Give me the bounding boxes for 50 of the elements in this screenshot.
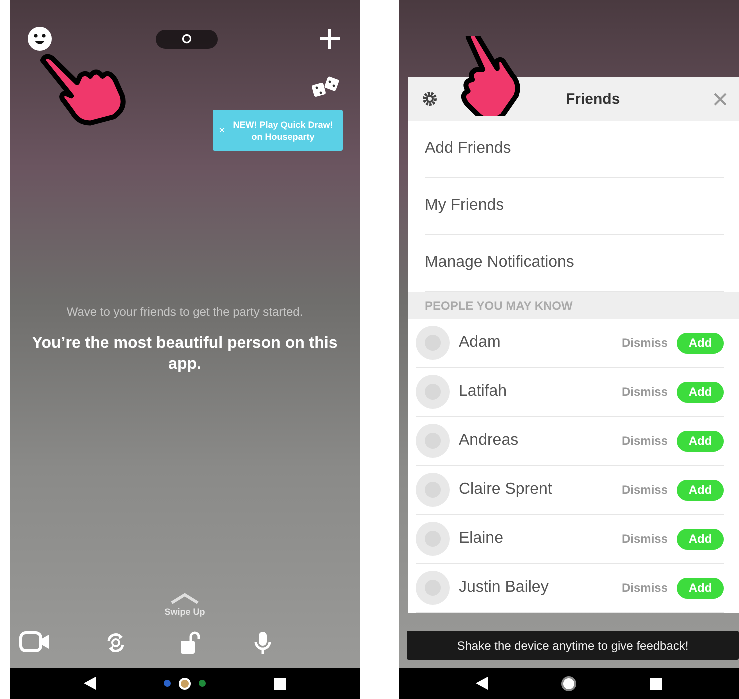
add-button[interactable]: Add [677,382,724,402]
dismiss-button[interactable]: Dismiss [622,434,668,448]
plus-icon[interactable] [320,29,340,49]
settings-icon[interactable] [422,91,438,107]
smiley-face-icon[interactable] [27,27,53,51]
menu-item[interactable]: My Friends [425,178,724,235]
home-icon[interactable] [560,676,577,692]
person-name: Justin Bailey [459,579,550,597]
dismiss-button[interactable]: Dismiss [622,581,668,595]
person-name: Latifah [459,383,508,401]
wave-prompt-text: Wave to your friends to get the party started. [66,305,304,319]
video-camera-icon[interactable] [19,631,51,653]
compliment-message: You’re the most beautiful person on this app. [31,334,339,375]
dismiss-button[interactable]: Dismiss [622,336,668,350]
back-icon[interactable] [84,677,96,690]
swipe-up-label: Swipe Up [164,607,206,617]
person-name: Claire Sprent [459,481,554,499]
person-name: Andreas [459,432,520,450]
circle-icon [182,34,192,44]
person-name: Elaine [459,530,504,548]
person-name: Adam [459,334,502,352]
add-button[interactable]: Add [677,332,724,354]
back-icon[interactable] [476,677,488,690]
add-button[interactable]: Add [677,528,724,550]
dismiss-button[interactable]: Dismiss [622,385,668,399]
panel-title: Friends [566,90,620,108]
page-indicator-dot[interactable] [199,680,206,687]
menu-item[interactable]: Add Friends [425,121,724,178]
dismiss-button[interactable]: Dismiss [622,483,668,497]
page-indicator-dot[interactable] [164,680,171,687]
microphone-icon[interactable] [254,631,272,655]
page-indicator-dot[interactable] [179,678,191,690]
unlocked-padlock-icon[interactable] [180,631,200,655]
avatar-icon [416,571,450,605]
dice-icon[interactable] [311,76,341,100]
recents-icon[interactable] [650,678,662,690]
avatar-icon [416,424,450,458]
add-button[interactable]: Add [677,480,724,500]
dismiss-button[interactable]: Dismiss [622,532,668,546]
avatar-icon [416,473,450,507]
add-button[interactable]: Add [677,430,724,452]
avatar-icon [416,375,450,409]
avatar-icon [416,326,450,360]
avatar-icon [416,522,450,556]
feedback-toast: Shake the device anytime to give feedback! [407,631,739,660]
close-button[interactable]: × [219,124,226,136]
section-header: PEOPLE YOU MAY KNOW [408,292,739,319]
tooltip-text: NEW! Play Quick Draw! on Houseparty [232,118,334,142]
add-button[interactable]: Add [677,578,724,598]
recents-icon[interactable] [274,678,286,690]
